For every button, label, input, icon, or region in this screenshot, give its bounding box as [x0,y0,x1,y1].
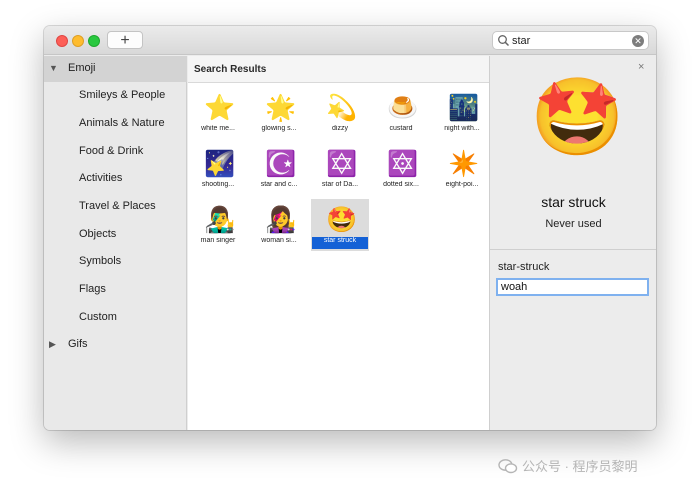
clear-search-icon[interactable]: ✕ [632,35,644,47]
result-item-dotted-six-pointed-star[interactable]: 🔯 dotted six... [372,143,430,195]
alias-input[interactable] [496,278,649,296]
sidebar-item-label: Symbols [79,255,122,267]
sidebar-item-food-drink[interactable]: Food & Drink [44,139,187,165]
sidebar-item-label: Food & Drink [79,145,144,157]
shooting-star-icon: 🌠 [204,150,236,178]
sidebar-group-label: Gifs [68,338,88,350]
short-name-label: star-struck [498,261,550,273]
result-item-label: custard [389,125,413,132]
sidebar-item-label: Animals & Nature [79,117,165,129]
sidebar-item-flags[interactable]: Flags [44,277,187,303]
zoom-window-button[interactable] [88,35,100,47]
result-item-star-and-crescent[interactable]: ☪️ star and c... [250,143,308,195]
sidebar-group-gifs[interactable]: ▶ Gifs [44,332,187,358]
disclosure-expanded-icon[interactable]: ▼ [49,63,58,73]
star-and-crescent-icon: ☪️ [265,150,297,178]
star-struck-icon: 🤩 [326,206,358,234]
night-with-stars-icon: 🌃 [448,94,480,122]
result-item-star-of-david[interactable]: ✡️ star of Da... [311,143,369,195]
sidebar-item-symbols[interactable]: Symbols [44,249,187,275]
result-item-custard[interactable]: 🍮 custard [372,87,430,139]
add-button[interactable]: + [107,31,143,49]
result-item-label: star of Da... [321,181,359,188]
white-medium-star-icon: ⭐ [204,94,236,122]
sidebar-group-emoji[interactable]: ▼ Emoji [44,56,187,82]
result-item-man-singer[interactable]: 👨‍🎤 man singer [189,199,247,251]
watermark-text: 公众号 · 程序员黎明 [522,459,638,474]
search-field[interactable]: ✕ [492,31,649,50]
result-item-glowing-star[interactable]: 🌟 glowing s... [250,87,308,139]
eight-pointed-star-icon: ✴️ [448,150,480,178]
search-results-pane: Search Results ⭐ white me... 🌟 glowing s… [188,56,489,430]
sidebar-item-animals-nature[interactable]: Animals & Nature [44,111,187,137]
sidebar-item-smileys-people[interactable]: Smileys & People [44,83,187,109]
sidebar: ▼ Emoji Smileys & People Animals & Natur… [44,56,187,430]
star-struck-preview-icon: 🤩 [530,75,625,160]
result-item-shooting-star[interactable]: 🌠 shooting... [189,143,247,195]
sidebar-item-label: Flags [79,283,106,295]
woman-singer-icon: 👩‍🎤 [265,206,297,234]
result-item-label: star and c... [260,181,298,188]
result-item-eight-pointed-star[interactable]: ✴️ eight-poi... [433,143,491,195]
sidebar-item-label: Smileys & People [79,89,166,101]
search-results-header: Search Results [188,56,489,83]
result-item-label: star struck [312,237,368,249]
emoji-detail-pane: × 🤩 star struck Never used star-struck [489,56,656,430]
result-item-label: glowing s... [261,125,297,132]
result-item-label: dizzy [332,125,348,132]
result-item-label: night with... [444,125,480,132]
custard-icon: 🍮 [387,94,419,122]
result-item-star-struck[interactable]: 🤩 star struck [311,199,369,251]
emoji-manager-window: + ✕ ▼ Emoji Smileys & People Animals & N… [44,26,656,430]
sidebar-item-label: Objects [79,228,117,240]
result-item-label: eight-poi... [445,181,479,188]
result-item-label: white me... [201,125,235,132]
result-item-label: woman si... [261,237,297,244]
sidebar-item-label: Travel & Places [79,200,156,212]
sidebar-item-custom[interactable]: Custom [44,305,187,331]
sidebar-item-activities[interactable]: Activities [44,166,187,192]
search-input[interactable] [512,33,627,48]
result-item-woman-singer[interactable]: 👩‍🎤 woman si... [250,199,308,251]
wechat-icon [498,459,518,474]
close-detail-icon[interactable]: × [638,61,644,73]
close-window-button[interactable] [56,35,68,47]
minimize-window-button[interactable] [72,35,84,47]
result-item-white-medium-star[interactable]: ⭐ white me... [189,87,247,139]
result-item-night-with-stars[interactable]: 🌃 night with... [433,87,491,139]
dotted-six-pointed-star-icon: 🔯 [387,150,419,178]
emoji-title: star struck [541,194,606,210]
title-bar: + ✕ [44,26,656,55]
sidebar-item-travel-places[interactable]: Travel & Places [44,194,187,220]
star-of-david-icon: ✡️ [326,150,358,178]
man-singer-icon: 👨‍🎤 [204,206,236,234]
sidebar-group-label: Emoji [68,62,96,74]
result-item-label: man singer [200,237,236,244]
sidebar-item-label: Custom [79,311,117,323]
sidebar-item-objects[interactable]: Objects [44,222,187,248]
sidebar-item-label: Activities [79,172,123,184]
glowing-star-icon: 🌟 [265,94,297,122]
result-item-label: shooting... [201,181,235,188]
search-icon [498,35,510,47]
result-item-dizzy[interactable]: 💫 dizzy [311,87,369,139]
result-item-label: dotted six... [383,181,419,188]
usage-status: Never used [545,218,602,230]
dizzy-icon: 💫 [326,94,358,122]
disclosure-collapsed-icon[interactable]: ▶ [49,339,56,350]
divider [490,249,656,250]
watermark: 公众号 · 程序员黎明 [498,456,638,475]
